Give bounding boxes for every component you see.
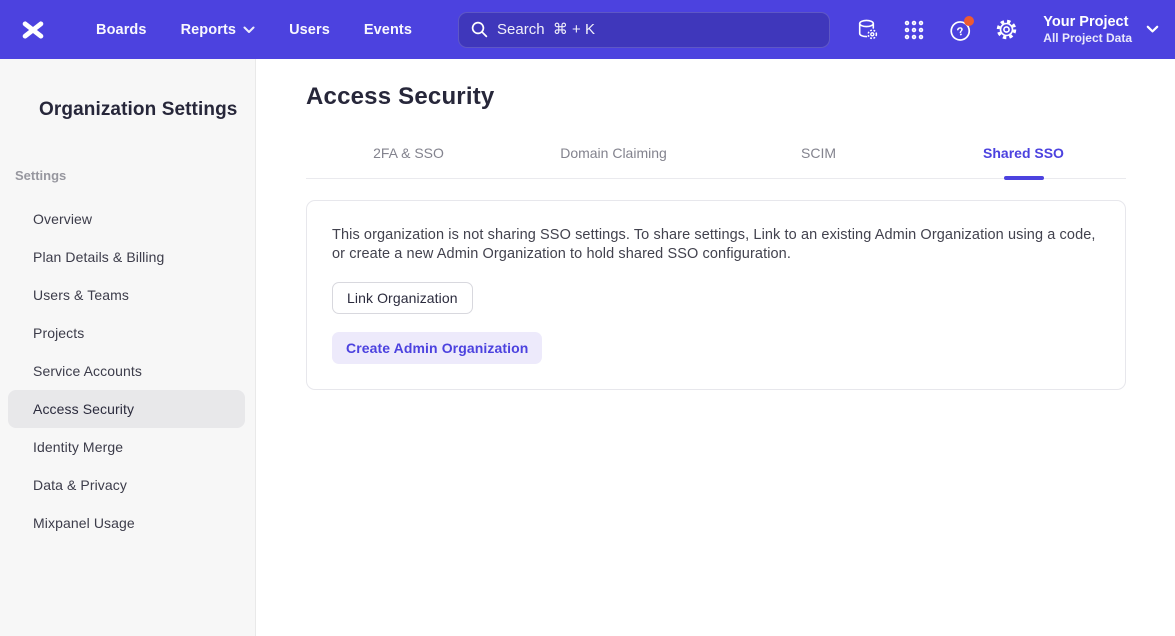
- tab-scim[interactable]: SCIM: [716, 145, 921, 178]
- search-input[interactable]: [497, 21, 817, 38]
- sidebar-item-mixpanel-usage[interactable]: Mixpanel Usage: [0, 504, 255, 542]
- database-gear-icon: [855, 17, 881, 43]
- apps-grid-icon: [902, 18, 926, 42]
- settings-gear-icon: [994, 17, 1019, 42]
- shared-sso-description: This organization is not sharing SSO set…: [332, 226, 1098, 264]
- nav-item-boards-label: Boards: [96, 22, 147, 38]
- create-admin-organization-button[interactable]: Create Admin Organization: [332, 332, 542, 364]
- sidebar-item-plan-details-billing[interactable]: Plan Details & Billing: [0, 238, 255, 276]
- nav-item-reports[interactable]: Reports: [169, 14, 268, 46]
- sidebar-nav: Overview Plan Details & Billing Users & …: [0, 200, 255, 542]
- tab-2fa-sso[interactable]: 2FA & SSO: [306, 145, 511, 178]
- main-content: Access Security 2FA & SSO Domain Claimin…: [256, 59, 1175, 636]
- project-scope: All Project Data: [1043, 31, 1132, 46]
- org-settings-sidebar: Organization Settings Settings Overview …: [0, 59, 256, 636]
- nav-item-boards[interactable]: Boards: [84, 14, 159, 46]
- settings-button[interactable]: [983, 10, 1029, 50]
- tab-scim-label: SCIM: [801, 145, 836, 161]
- data-management-button[interactable]: [845, 10, 891, 50]
- search-bar[interactable]: [458, 12, 830, 48]
- mixpanel-logo-icon: [19, 16, 47, 44]
- tab-domain-claiming-label: Domain Claiming: [560, 145, 667, 161]
- top-navbar: Boards Reports Users Events: [0, 0, 1175, 59]
- tab-shared-sso-label: Shared SSO: [983, 145, 1064, 161]
- mixpanel-logo[interactable]: [18, 15, 48, 45]
- sidebar-item-overview[interactable]: Overview: [0, 200, 255, 238]
- sidebar-item-projects[interactable]: Projects: [0, 314, 255, 352]
- tab-2fa-sso-label: 2FA & SSO: [373, 145, 444, 161]
- sidebar-section-label: Settings: [15, 168, 255, 183]
- chevron-down-icon: [243, 26, 255, 34]
- sidebar-item-service-accounts[interactable]: Service Accounts: [0, 352, 255, 390]
- project-switcher-text: Your Project All Project Data: [1043, 13, 1132, 46]
- search-icon: [471, 21, 488, 38]
- project-name: Your Project: [1043, 13, 1132, 31]
- tab-domain-claiming[interactable]: Domain Claiming: [511, 145, 716, 178]
- sidebar-item-access-security[interactable]: Access Security: [8, 390, 245, 428]
- access-security-tabs: 2FA & SSO Domain Claiming SCIM Shared SS…: [306, 145, 1126, 179]
- tab-shared-sso[interactable]: Shared SSO: [921, 145, 1126, 178]
- nav-item-events[interactable]: Events: [352, 14, 424, 46]
- sidebar-item-identity-merge[interactable]: Identity Merge: [0, 428, 255, 466]
- nav-item-users-label: Users: [289, 22, 330, 38]
- shared-sso-card: This organization is not sharing SSO set…: [306, 200, 1126, 390]
- navbar-right-cluster: ? Your Project All Project Data: [845, 10, 1159, 50]
- nav-item-events-label: Events: [364, 22, 412, 38]
- chevron-down-icon: [1146, 25, 1159, 34]
- link-organization-button[interactable]: Link Organization: [332, 282, 473, 314]
- sidebar-item-data-privacy[interactable]: Data & Privacy: [0, 466, 255, 504]
- svg-text:?: ?: [956, 25, 966, 38]
- help-button[interactable]: ?: [937, 10, 983, 50]
- project-switcher[interactable]: Your Project All Project Data: [1043, 13, 1159, 46]
- notification-dot: [964, 16, 974, 26]
- nav-item-reports-label: Reports: [181, 22, 237, 38]
- page-title: Access Security: [306, 83, 1126, 111]
- sidebar-title: Organization Settings: [39, 99, 255, 121]
- active-tab-indicator: [1004, 176, 1044, 180]
- sidebar-item-users-teams[interactable]: Users & Teams: [0, 276, 255, 314]
- primary-nav: Boards Reports Users Events: [84, 14, 424, 46]
- nav-item-users[interactable]: Users: [277, 14, 342, 46]
- apps-grid-button[interactable]: [891, 10, 937, 50]
